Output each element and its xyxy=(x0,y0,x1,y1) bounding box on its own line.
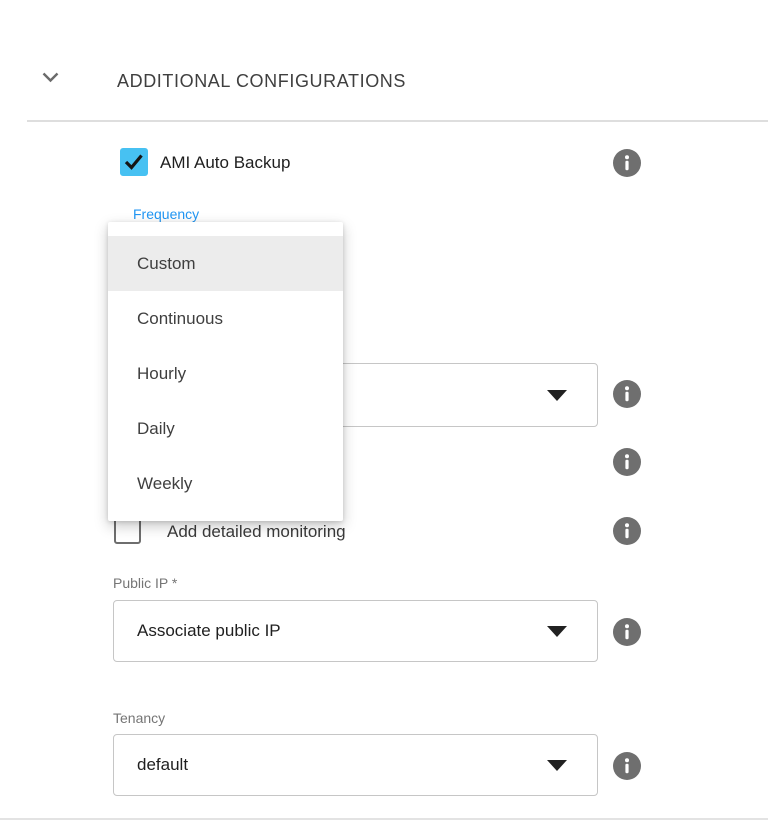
tenancy-label: Tenancy xyxy=(113,710,165,726)
frequency-dropdown-menu: Custom Continuous Hourly Daily Weekly xyxy=(108,222,343,521)
info-icon[interactable] xyxy=(613,517,641,545)
info-icon[interactable] xyxy=(613,618,641,646)
caret-down-icon xyxy=(547,760,567,771)
menu-item-daily[interactable]: Daily xyxy=(108,401,343,456)
checkmark-icon xyxy=(122,150,146,174)
section-title: ADDITIONAL CONFIGURATIONS xyxy=(117,71,406,92)
info-icon[interactable] xyxy=(613,448,641,476)
caret-down-icon xyxy=(547,626,567,637)
section-collapse-toggle[interactable] xyxy=(36,66,64,92)
detailed-monitoring-label: Add detailed monitoring xyxy=(167,522,346,542)
ami-auto-backup-checkbox[interactable] xyxy=(120,148,148,176)
info-icon[interactable] xyxy=(613,149,641,177)
public-ip-label: Public IP * xyxy=(113,575,177,591)
public-ip-value: Associate public IP xyxy=(137,621,281,641)
bottom-divider xyxy=(0,818,768,820)
info-icon[interactable] xyxy=(613,752,641,780)
public-ip-select[interactable]: Associate public IP xyxy=(113,600,598,662)
menu-item-weekly[interactable]: Weekly xyxy=(108,456,343,511)
ami-auto-backup-label: AMI Auto Backup xyxy=(160,153,290,173)
caret-down-icon xyxy=(547,390,567,401)
chevron-down-icon xyxy=(42,70,59,88)
info-icon[interactable] xyxy=(613,380,641,408)
menu-item-hourly[interactable]: Hourly xyxy=(108,346,343,401)
frequency-label: Frequency xyxy=(133,206,199,222)
header-divider xyxy=(27,120,768,122)
tenancy-select[interactable]: default xyxy=(113,734,598,796)
menu-item-continuous[interactable]: Continuous xyxy=(108,291,343,346)
tenancy-value: default xyxy=(137,755,188,775)
menu-item-custom[interactable]: Custom xyxy=(108,236,343,291)
detailed-monitoring-checkbox[interactable] xyxy=(114,517,141,544)
